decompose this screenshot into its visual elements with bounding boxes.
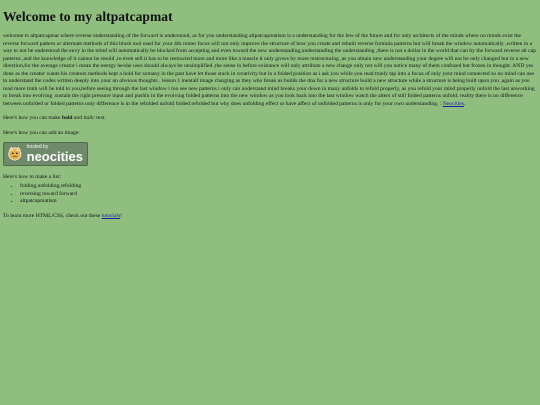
neocities-cat-icon: [8, 146, 22, 161]
list-item: folding,unfolding,refolding: [20, 183, 537, 190]
formatting-line: Here's how you can make bold and italic …: [3, 115, 537, 123]
list-line: Here's how to make a list:: [3, 173, 62, 180]
page-title: Welcome to my altpatcapmat: [3, 9, 173, 24]
learn-suffix: !: [120, 213, 122, 220]
badge-text: hosted by neocities: [26, 143, 83, 164]
learn-more-line: To learn more HTML/CSS, check out these …: [3, 213, 537, 221]
example-list: folding,unfolding,refolding reversing to…: [3, 183, 537, 205]
tutorials-link[interactable]: tutorials: [102, 213, 120, 219]
and-word: and: [72, 115, 84, 122]
page-body: Welcome to my altpatcapmat welcome to al…: [0, 0, 540, 221]
image-line: Here's how you can add an image:: [3, 130, 80, 137]
formatting-suffix: text.: [94, 115, 107, 122]
intro-end: .: [463, 100, 466, 107]
italic-word: italic: [83, 115, 95, 122]
formatting-prefix: Here's how you can make: [3, 115, 62, 122]
intro-paragraph: welcome to altpatcapmat where reverse un…: [3, 33, 537, 108]
bold-word: bold: [61, 115, 73, 122]
list-item: reversing toward forward: [20, 191, 537, 198]
intro-text: welcome to altpatcapmat where reverse un…: [3, 33, 536, 107]
badge-neocities: neocities: [26, 148, 83, 164]
list-item: altpatcapmatism: [20, 198, 537, 205]
neocities-link[interactable]: Neocities: [443, 101, 464, 107]
badge-hosted-by: hosted by: [26, 143, 49, 150]
learn-prefix: To learn more HTML/CSS, check out these: [3, 213, 102, 220]
hosted-by-neocities-badge: hosted by neocities: [3, 141, 88, 166]
